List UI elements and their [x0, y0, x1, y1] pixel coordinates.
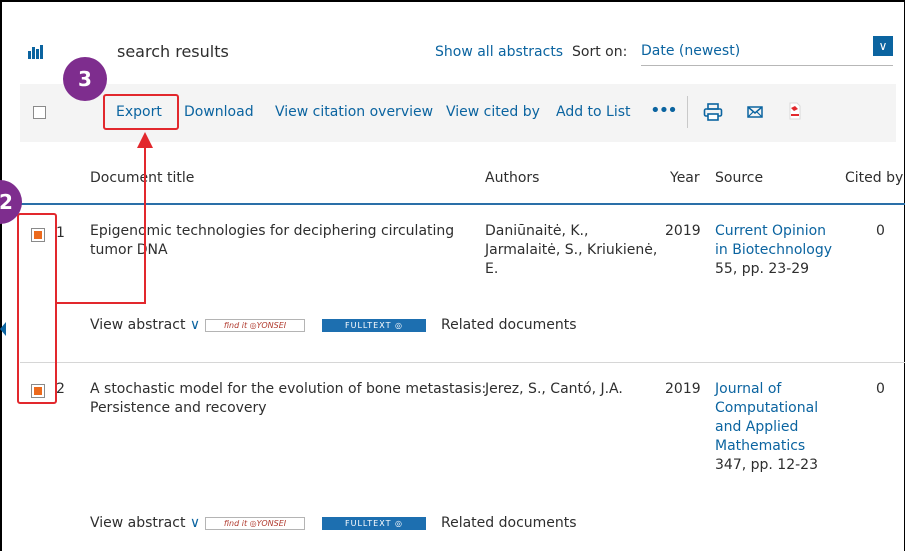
collapse-panel-icon[interactable]: [0, 322, 6, 336]
year-cell: 2019: [665, 223, 701, 239]
source-title-line[interactable]: Computational: [715, 399, 818, 418]
chevron-down-icon: ∨: [189, 515, 201, 531]
authors-cell: Jerez, S., Cantó, J.A.: [485, 380, 623, 399]
view-citation-overview-button[interactable]: View citation overview: [275, 104, 433, 120]
select-all-checkbox[interactable]: [33, 106, 46, 119]
analyze-results-icon[interactable]: [28, 45, 44, 59]
column-header-cited-by[interactable]: Cited by: [845, 170, 903, 186]
add-to-list-button[interactable]: Add to List: [556, 104, 631, 120]
find-it-yonsei-button[interactable]: find it ◎YONSEI: [205, 517, 305, 530]
results-title: search results: [117, 42, 229, 61]
source-title-line[interactable]: in Biotechnology: [715, 241, 832, 260]
fulltext-button[interactable]: FULLTEXT ◎: [322, 319, 426, 332]
document-title-link[interactable]: A stochastic model for the evolution of …: [90, 380, 486, 418]
source-title-line[interactable]: Journal of: [715, 380, 818, 399]
source-cell: Current Opinion in Biotechnology 55, pp.…: [715, 222, 832, 279]
show-all-abstracts-link[interactable]: Show all abstracts: [435, 44, 563, 60]
title-line: A stochastic model for the evolution of …: [90, 381, 487, 397]
authors-cell: Daniūnaitė, K., Jarmalaitė, S., Kriukien…: [485, 222, 657, 279]
related-documents-link[interactable]: Related documents: [441, 515, 577, 531]
arrow-up-icon: [137, 132, 153, 148]
find-it-yonsei-button[interactable]: find it ◎YONSEI: [205, 319, 305, 332]
step-3-badge: 3: [63, 57, 107, 101]
email-icon[interactable]: [747, 106, 763, 118]
author-line[interactable]: Jerez, S., Cantó, J.A.: [485, 380, 623, 399]
year-cell: 2019: [665, 381, 701, 397]
author-line[interactable]: Daniūnaitė, K.,: [485, 222, 657, 241]
cited-by-count: 0: [876, 381, 885, 397]
view-cited-by-button[interactable]: View cited by: [446, 104, 540, 120]
sort-select[interactable]: Date (newest) ∨: [641, 36, 893, 66]
pdf-icon[interactable]: [788, 102, 802, 120]
chevron-down-icon: ∨: [189, 317, 201, 333]
view-abstract-label: View abstract: [90, 317, 186, 333]
row-divider: [20, 362, 905, 363]
checkbox-highlight-box: [17, 213, 57, 404]
column-header-title[interactable]: Document title: [90, 170, 194, 186]
source-title-line[interactable]: Mathematics: [715, 437, 818, 456]
source-cell: Journal of Computational and Applied Mat…: [715, 380, 818, 475]
cited-by-count: 0: [876, 223, 885, 239]
view-abstract-label: View abstract: [90, 515, 186, 531]
column-header-source[interactable]: Source: [715, 170, 763, 186]
author-line[interactable]: Jarmalaitė, S., Kriukienė,: [485, 241, 657, 260]
author-line[interactable]: E.: [485, 260, 657, 279]
chevron-down-icon[interactable]: ∨: [873, 36, 893, 56]
source-pages: 55, pp. 23-29: [715, 261, 810, 277]
view-abstract-link[interactable]: View abstract ∨: [90, 317, 200, 333]
source-pages: 347, pp. 12-23: [715, 457, 818, 473]
row-number: 2: [56, 381, 65, 397]
print-icon[interactable]: [703, 103, 723, 121]
column-header-year[interactable]: Year: [670, 170, 700, 186]
row-number: 1: [56, 225, 65, 241]
source-title-line[interactable]: and Applied: [715, 418, 818, 437]
sort-value: Date (newest): [641, 43, 741, 59]
connector-line: [57, 302, 146, 304]
source-title-line[interactable]: Current Opinion: [715, 222, 832, 241]
fulltext-button[interactable]: FULLTEXT ◎: [322, 517, 426, 530]
related-documents-link[interactable]: Related documents: [441, 317, 577, 333]
download-button[interactable]: Download: [184, 104, 254, 120]
title-line: Persistence and recovery: [90, 400, 267, 416]
column-header-authors[interactable]: Authors: [485, 170, 539, 186]
toolbar-divider: [687, 96, 688, 128]
export-highlight-box: [103, 94, 179, 130]
view-abstract-link[interactable]: View abstract ∨: [90, 515, 200, 531]
connector-line: [144, 146, 146, 304]
sort-label: Sort on:: [572, 44, 628, 60]
table-header-divider: [20, 203, 905, 205]
more-options-icon[interactable]: •••: [650, 100, 678, 121]
